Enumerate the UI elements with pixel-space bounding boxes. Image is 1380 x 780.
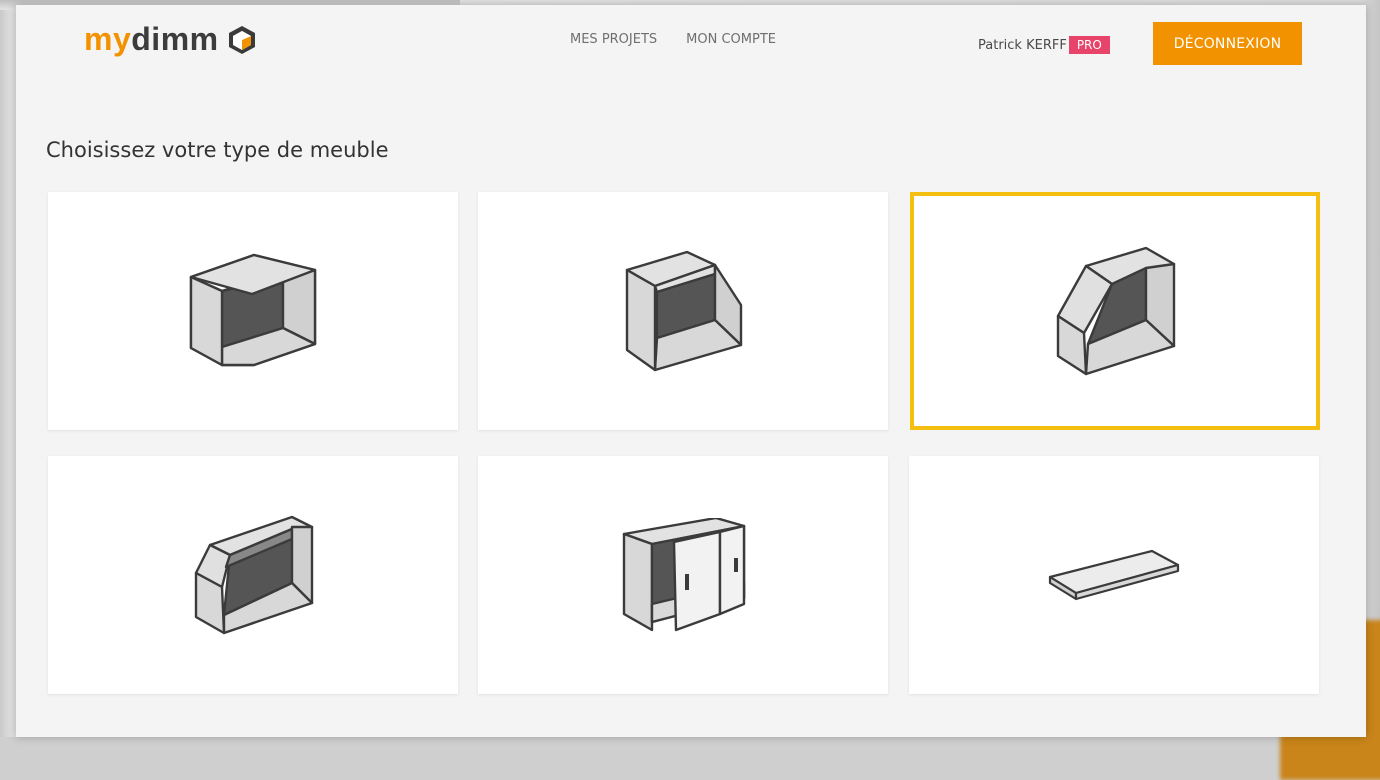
logout-button[interactable]: DÉCONNEXION <box>1153 22 1302 65</box>
furniture-type-card-2[interactable] <box>478 192 888 430</box>
user-info: Patrick KERFF PRO <box>978 36 1110 54</box>
app-page: my dimm MES PROJETS MON COMPTE Patrick KE… <box>16 5 1366 737</box>
cube-logo-icon <box>228 25 255 54</box>
logo-text-dimm: dimm <box>131 21 219 57</box>
nav-my-account[interactable]: MON COMPTE <box>686 32 776 47</box>
user-name: Patrick KERFF <box>978 37 1067 53</box>
box-sloped-top-icon <box>194 515 314 635</box>
box-cut-right-icon <box>625 250 743 372</box>
furniture-type-card-3[interactable] <box>910 192 1320 430</box>
nav-my-projects[interactable]: MES PROJETS <box>570 32 657 47</box>
open-box-icon <box>189 253 317 367</box>
sliding-doors-cabinet-icon <box>622 518 746 632</box>
logo-text-my: my <box>84 21 132 57</box>
furniture-type-card-6[interactable] <box>909 456 1319 694</box>
logo[interactable]: my dimm <box>84 21 257 58</box>
furniture-type-card-4[interactable] <box>48 456 458 694</box>
main-nav: MES PROJETS MON COMPTE <box>570 32 776 47</box>
furniture-type-card-1[interactable] <box>48 192 458 430</box>
box-cut-left-icon <box>1056 246 1176 376</box>
shelf-board-icon <box>1048 549 1180 601</box>
pro-badge: PRO <box>1068 36 1110 54</box>
page-title: Choisissez votre type de meuble <box>46 138 389 162</box>
furniture-type-card-5[interactable] <box>478 456 888 694</box>
top-bar: my dimm MES PROJETS MON COMPTE Patrick KE… <box>16 5 1366 75</box>
